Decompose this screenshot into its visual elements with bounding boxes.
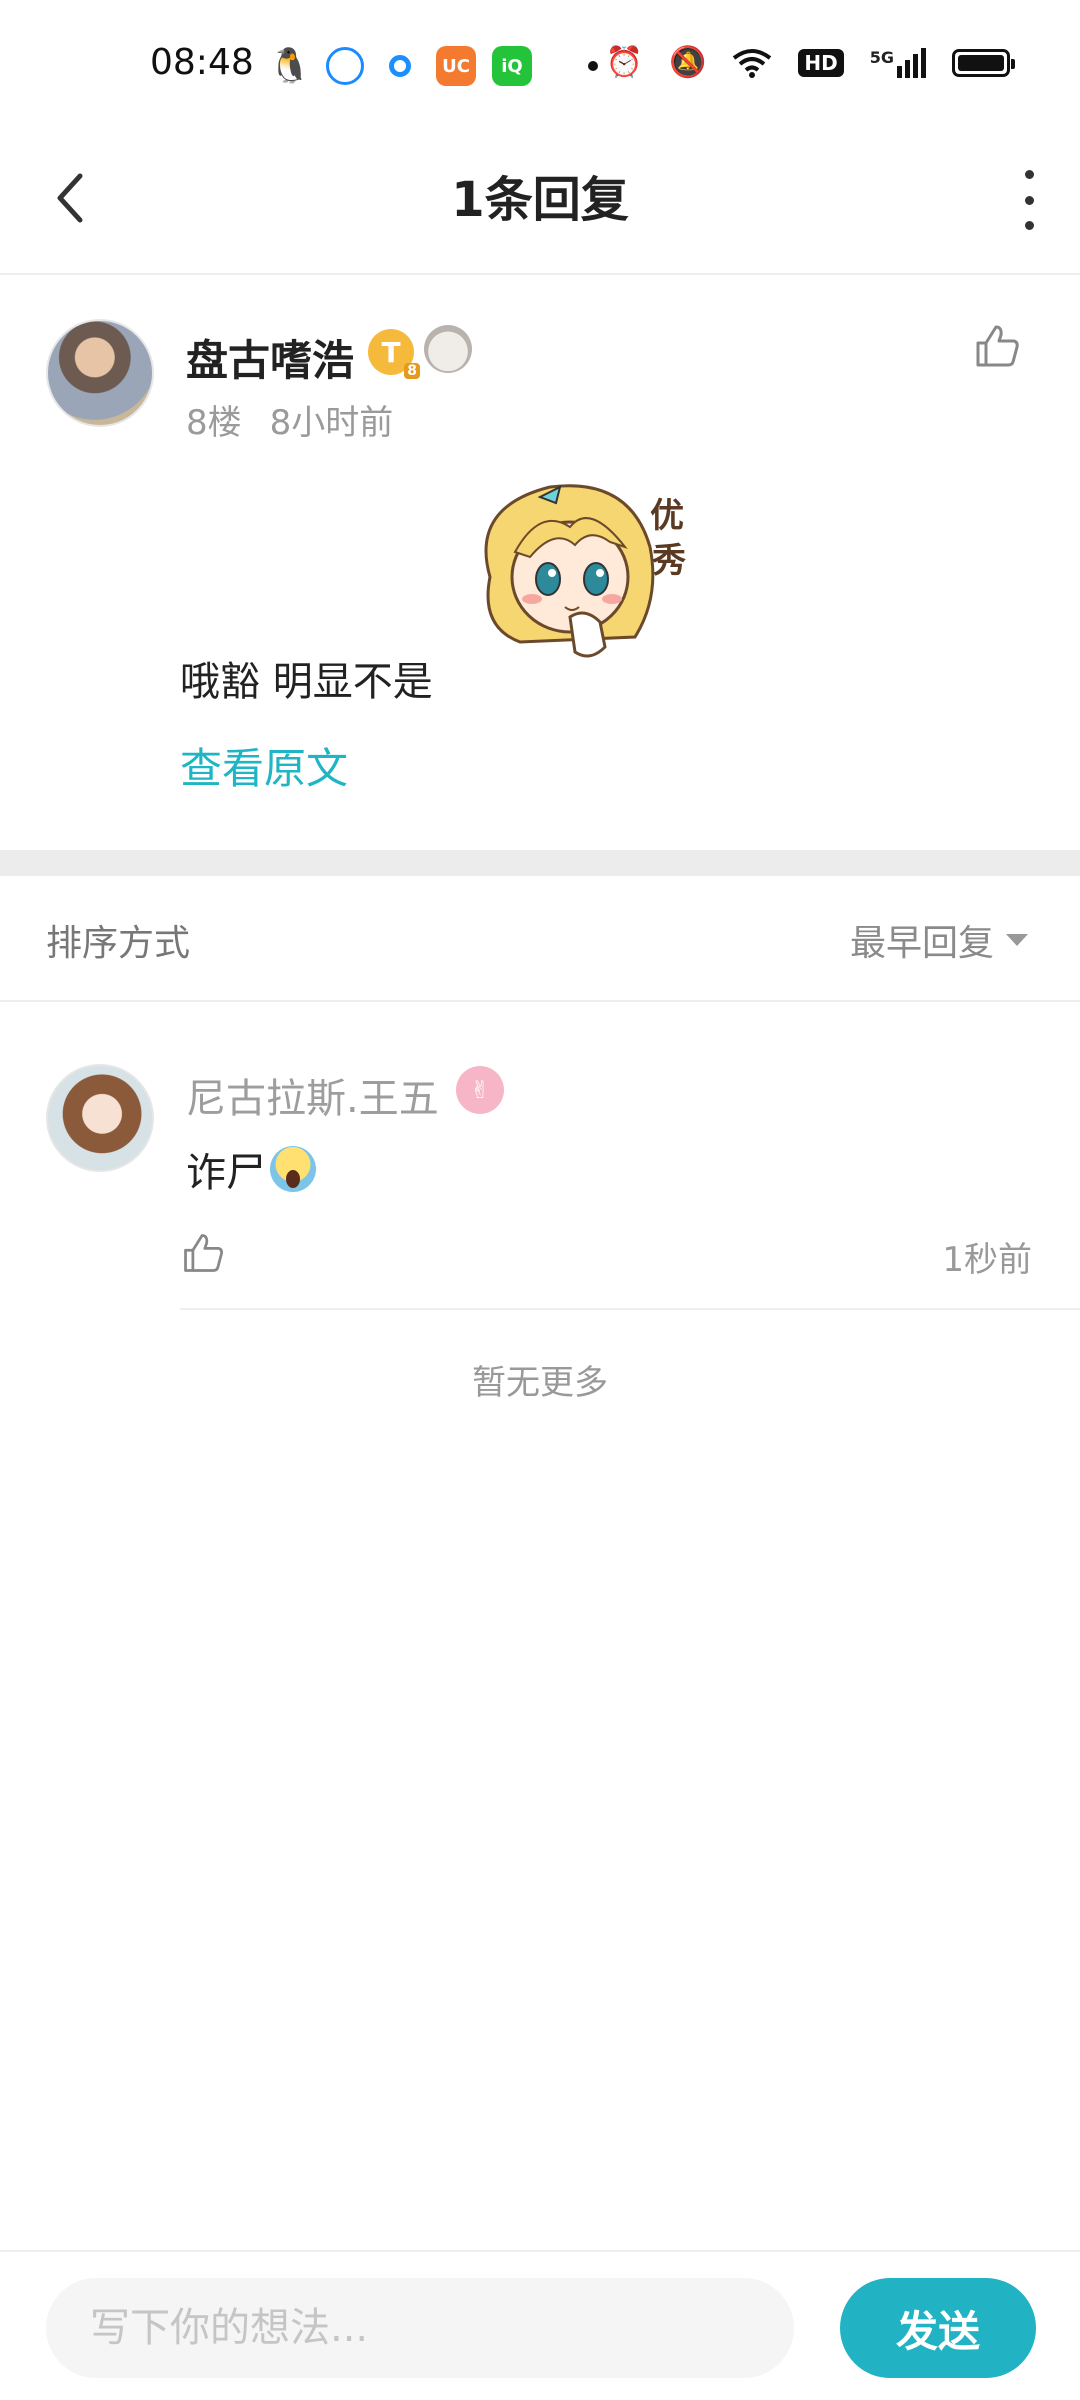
reply-item: 尼古拉斯.王五 ✌ 诈尸 1秒前 <box>0 1004 1080 1310</box>
svg-text:优: 优 <box>650 496 684 536</box>
iqiyi-icon: iQ <box>492 46 532 86</box>
status-right-icons: ⏰ 🔕 HD 5G <box>605 45 1015 80</box>
status-bar: 08:48 🐧 UC iQ ⏰ 🔕 HD 5G <box>0 0 1080 120</box>
comment-time: 8小时前 <box>269 403 394 443</box>
wifi-icon <box>733 49 772 78</box>
page-title: 1条回复 <box>451 172 629 228</box>
more-dot-icon <box>1024 221 1034 230</box>
sort-label: 排序方式 <box>46 923 191 964</box>
pet-badge-icon <box>424 325 472 373</box>
hd-icon: HD <box>798 49 844 77</box>
app-dot-icon <box>380 46 420 86</box>
avatar[interactable] <box>46 319 154 427</box>
sort-bar: 排序方式 最早回复 <box>0 876 1080 1002</box>
section-divider <box>0 850 1080 876</box>
sort-dropdown[interactable]: 最早回复 <box>850 914 1028 966</box>
notification-dot-icon <box>588 61 598 71</box>
alarm-icon: ⏰ <box>605 45 644 80</box>
comment-meta: 8楼 8小时前 <box>186 395 393 444</box>
battery-icon <box>952 49 1015 77</box>
caret-down-icon <box>1006 934 1028 946</box>
sort-selected-value: 最早回复 <box>849 923 994 964</box>
scream-emoji-icon <box>270 1146 316 1192</box>
reply-text-content: 诈尸 <box>186 1150 266 1196</box>
like-icon[interactable] <box>972 321 1022 371</box>
status-app-icons: 🐧 UC iQ <box>268 46 598 86</box>
like-icon[interactable] <box>180 1230 226 1276</box>
floor-number: 8楼 <box>186 403 242 443</box>
comment-username[interactable]: 盘古嗜浩 <box>186 327 354 388</box>
browser-icon <box>326 47 364 85</box>
comment-input[interactable] <box>46 2278 794 2378</box>
view-original-link[interactable]: 查看原文 <box>180 735 348 796</box>
signal-icon: 5G <box>870 48 926 78</box>
reply-text: 诈尸 <box>186 1140 316 1198</box>
reply-username[interactable]: 尼古拉斯.王五 <box>186 1066 439 1124</box>
reply-time: 1秒前 <box>942 1240 1032 1280</box>
qq-icon: 🐧 <box>268 46 312 86</box>
badge-level-number: 8 <box>404 363 420 379</box>
more-dot-icon <box>1024 195 1034 205</box>
mute-icon: 🔕 <box>669 45 707 80</box>
divider <box>180 1308 1080 1310</box>
avatar[interactable] <box>46 1064 154 1172</box>
badge-coin-letter: T <box>381 335 401 369</box>
svg-text:秀: 秀 <box>651 541 686 581</box>
more-dot-icon <box>1024 170 1034 179</box>
sticker-image: 优 秀 <box>484 484 686 658</box>
comment-text: 哦豁 明显不是 <box>180 659 433 705</box>
more-options-button[interactable] <box>1014 170 1044 230</box>
level-badge-icon: T 8 <box>368 329 420 379</box>
status-time: 08:48 <box>150 42 254 83</box>
user-badge-icon: ✌ <box>456 1066 504 1114</box>
send-button[interactable]: 发送 <box>840 2278 1036 2378</box>
network-type: 5G <box>869 48 894 67</box>
main-comment: 盘古嗜浩 T 8 8楼 8小时前 优 秀 哦豁 明显不是 查看原文 <box>0 277 1080 850</box>
no-more-text: 暂无更多 <box>472 1363 608 1403</box>
bottom-input-bar: 发送 <box>0 2250 1080 2400</box>
header: 1条回复 <box>0 120 1080 275</box>
uc-browser-icon: UC <box>436 46 476 86</box>
